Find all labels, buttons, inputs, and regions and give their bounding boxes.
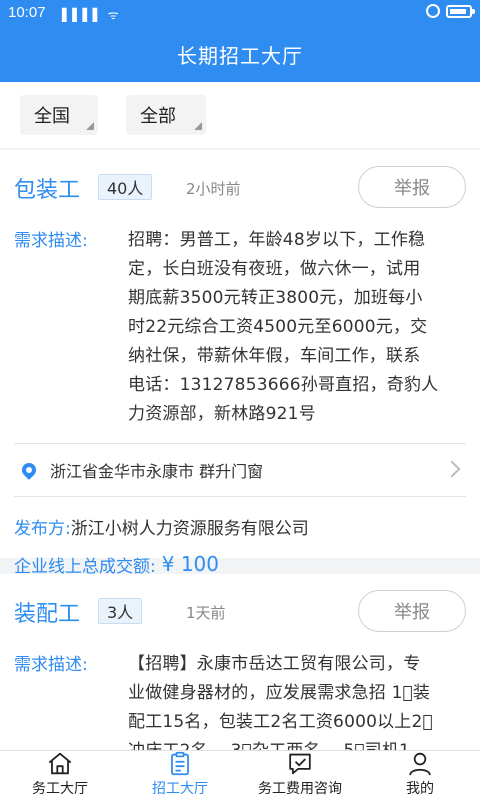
nav-fee-consult[interactable]: 务工费用咨询 (240, 751, 360, 800)
description-line: 定，长白班没有夜班，做六休一，试用 (128, 259, 421, 279)
status-time: 10:07 (8, 4, 46, 21)
total-amount: ¥ 100 (161, 552, 219, 576)
job-title: 装配工 (14, 602, 81, 627)
description-line: 力资源部，新林路921号 (128, 404, 316, 424)
location-row[interactable]: 浙江省金华市永康市 群升门窗 (14, 444, 466, 496)
location-pin-icon (19, 460, 39, 480)
bottom-nav: 务工大厅 招工大厅 务工费用咨询 我的 (0, 750, 480, 800)
person-icon (409, 752, 431, 776)
description-line: 招聘：男普工，年龄48岁以下，工作稳 (128, 230, 426, 250)
clipboard-icon (171, 751, 189, 776)
category-filter[interactable]: 全部 (126, 95, 206, 135)
signal-icon: ▌▌▌▌ ᯤ (62, 8, 120, 22)
status-right (426, 4, 475, 18)
nav-label: 务工大厅 (32, 781, 88, 797)
region-filter-label: 全国 (34, 106, 70, 127)
job-card-header: 装配工 3人 1天前 举报 (14, 574, 466, 650)
dropdown-corner-icon (86, 122, 94, 130)
location-text: 浙江省金华市永康市 群升门窗 (50, 462, 264, 481)
nav-label: 招工大厅 (152, 781, 208, 797)
dropdown-corner-icon (194, 122, 202, 130)
description-line: 配工15名，包装工2名工资6000以上2⃣ (128, 712, 433, 732)
region-filter[interactable]: 全国 (20, 95, 98, 135)
category-filter-label: 全部 (140, 106, 176, 127)
report-button[interactable]: 举报 (358, 166, 466, 208)
chevron-right-icon (443, 460, 461, 478)
job-card-header: 包装工 40人 2小时前 举报 (14, 150, 466, 226)
home-icon (48, 752, 72, 775)
publisher-row: 发布方: 浙江小树人力资源服务有限公司 (14, 507, 466, 545)
divider (14, 496, 466, 497)
nav-work-hall[interactable]: 务工大厅 (0, 751, 120, 800)
nav-mine[interactable]: 我的 (360, 751, 480, 800)
report-button[interactable]: 举报 (358, 590, 466, 632)
headcount-badge: 3人 (98, 598, 143, 624)
publisher-label: 发布方: (14, 518, 71, 539)
description-line: 电话：13127853666孙哥直招，奇豹人 (128, 375, 439, 395)
publisher-name: 浙江小树人力资源服务有限公司 (70, 518, 309, 539)
job-title: 包装工 (14, 178, 81, 203)
status-bar: 10:07 ▌▌▌▌ ᯤ (0, 0, 480, 26)
chat-check-icon (289, 753, 311, 775)
description-text: 【招聘】永康市岳达工贸有限公司，专 业做健身器材的，应发展需求急招 1⃣装 配工… (128, 650, 433, 750)
description-line: 业做健身器材的，应发展需求急招 1⃣装 (128, 683, 431, 703)
battery-icon (446, 4, 475, 18)
description-label: 需求描述: (14, 655, 88, 675)
nav-label: 我的 (406, 781, 434, 797)
job-card[interactable]: 包装工 40人 2小时前 举报 需求描述: 招聘：男普工，年龄48岁以下，工作稳… (0, 150, 480, 577)
description-line: 【招聘】永康市岳达工贸有限公司，专 (128, 654, 421, 674)
filter-bar: 全国 全部 (0, 82, 480, 148)
page-header: 长期招工大厅 (0, 26, 480, 82)
job-card[interactable]: 装配工 3人 1天前 举报 需求描述: 【招聘】永康市岳达工贸有限公司，专 业做… (0, 574, 480, 750)
description-line: 纳社保，带薪休年假，车间工作，联系 (128, 346, 421, 366)
alarm-icon (426, 4, 440, 18)
headcount-badge: 40人 (98, 174, 153, 200)
job-description: 需求描述: 招聘：男普工，年龄48岁以下，工作稳 定，长白班没有夜班，做六休一，… (14, 226, 466, 429)
nav-recruit-hall[interactable]: 招工大厅 (120, 751, 240, 800)
description-line: 期底薪3500元转正3800元，加班每小 (128, 288, 423, 308)
description-text: 招聘：男普工，年龄48岁以下，工作稳 定，长白班没有夜班，做六休一，试用 期底薪… (128, 226, 438, 429)
nav-label: 务工费用咨询 (258, 781, 342, 797)
description-line: 冲床工2名、 3⃣杂工两名、 5⃣司机1 (128, 737, 433, 750)
description-label: 需求描述: (14, 231, 88, 251)
posted-time: 1天前 (186, 604, 226, 622)
job-description: 需求描述: 【招聘】永康市岳达工贸有限公司，专 业做健身器材的，应发展需求急招 … (14, 650, 466, 750)
posted-time: 2小时前 (186, 180, 241, 198)
description-line: 时22元综合工资4500元至6000元，交 (128, 317, 428, 337)
total-label: 企业线上总成交额: (14, 556, 156, 577)
page-title: 长期招工大厅 (177, 43, 303, 68)
